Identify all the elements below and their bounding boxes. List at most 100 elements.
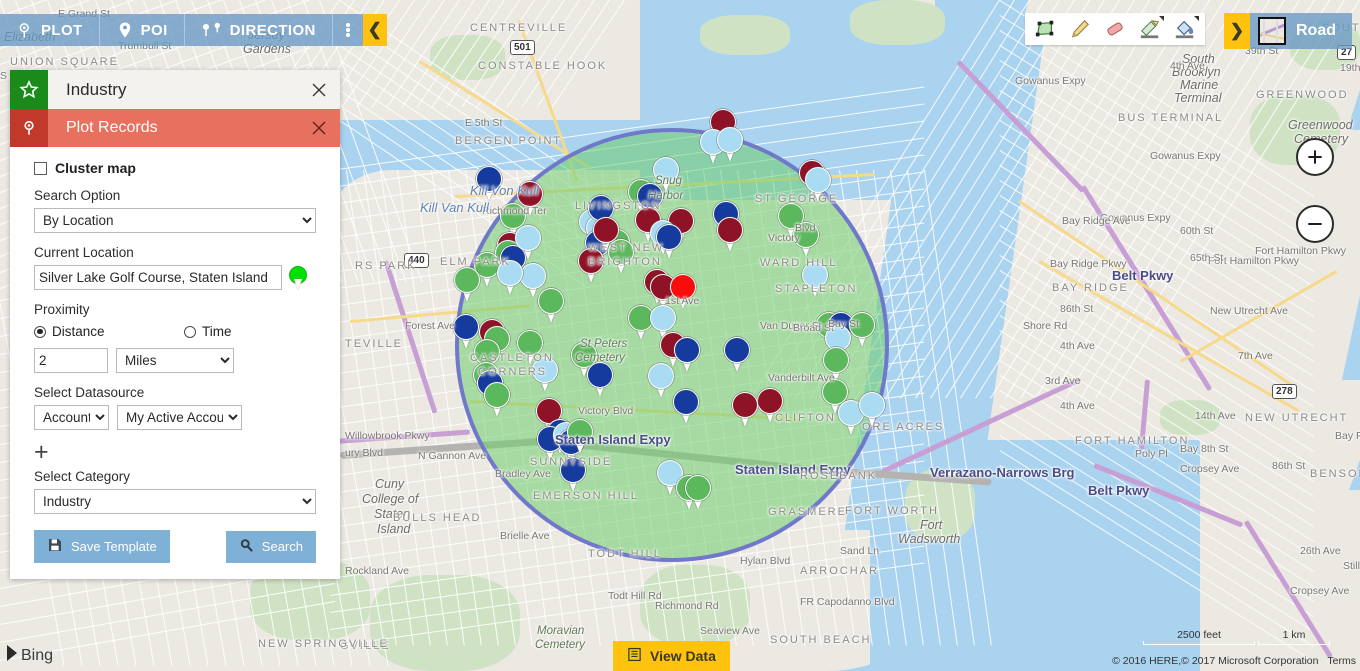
proximity-distance-label: Distance bbox=[52, 324, 105, 339]
template-title: Industry bbox=[66, 79, 127, 99]
distance-value-input[interactable] bbox=[34, 348, 108, 373]
copyright-bar: © 2016 HERE,© 2017 Microsoft Corporation… bbox=[1112, 655, 1356, 667]
scale-bar: 2500 feet 1 km bbox=[1143, 629, 1330, 645]
zoom-out-button[interactable] bbox=[1296, 205, 1334, 243]
radio-distance-dot bbox=[34, 325, 46, 338]
bing-logo-icon bbox=[6, 644, 18, 667]
map-pin-light-blue[interactable] bbox=[805, 167, 831, 203]
cluster-map-checkbox[interactable] bbox=[34, 161, 47, 175]
scale-feet: 2500 feet bbox=[1143, 629, 1255, 645]
copyright-text: © 2016 HERE,© 2017 Microsoft Corporation bbox=[1112, 655, 1319, 667]
map-pin-green[interactable] bbox=[685, 475, 711, 511]
map-pin-dark-blue[interactable] bbox=[673, 389, 699, 425]
map-pin-light-blue[interactable] bbox=[802, 262, 828, 298]
scale-feet-line bbox=[1143, 641, 1255, 645]
map-pin-light-blue[interactable] bbox=[859, 392, 885, 428]
highway-shield: 440 bbox=[404, 253, 429, 268]
view-data-button[interactable]: View Data bbox=[613, 641, 730, 671]
pin-head bbox=[849, 312, 875, 338]
map-pin-dark-red[interactable] bbox=[578, 248, 604, 284]
distance-unit-select[interactable]: Miles bbox=[116, 348, 234, 373]
map-pin-light-blue[interactable] bbox=[515, 225, 541, 261]
pencil-icon[interactable] bbox=[1066, 16, 1094, 42]
map-pin-dark-red[interactable] bbox=[717, 217, 743, 253]
map-pin-green[interactable] bbox=[793, 222, 819, 258]
scale-feet-label: 2500 feet bbox=[1177, 629, 1221, 641]
pin-head bbox=[674, 337, 700, 363]
paint-bucket-icon[interactable] bbox=[1171, 16, 1199, 42]
search-button[interactable]: Search bbox=[225, 530, 316, 563]
template-close-icon[interactable] bbox=[298, 70, 340, 109]
zoom-in-button[interactable] bbox=[1296, 138, 1334, 176]
eraser-icon[interactable] bbox=[1101, 16, 1129, 42]
current-location-input[interactable] bbox=[34, 265, 282, 290]
map-type-control: ❯ Road bbox=[1224, 13, 1352, 49]
map-pin-green[interactable] bbox=[849, 312, 875, 348]
map-pin-green[interactable] bbox=[454, 267, 480, 303]
map-pin-dark-blue[interactable] bbox=[587, 362, 613, 398]
map-pin-dark-red[interactable] bbox=[732, 392, 758, 428]
datasource-entity-select[interactable]: Account bbox=[34, 405, 109, 430]
edit-shape-icon[interactable] bbox=[1136, 16, 1164, 42]
pin-head bbox=[650, 305, 676, 331]
nav-item-direction[interactable]: DIRECTION bbox=[184, 14, 333, 46]
pin-head bbox=[673, 389, 699, 415]
plus-icon[interactable]: + bbox=[34, 440, 52, 465]
map-pin-green[interactable] bbox=[484, 382, 510, 418]
pin-head bbox=[453, 314, 479, 340]
nav-item-plot[interactable]: PLOT bbox=[0, 14, 100, 46]
direction-icon bbox=[201, 21, 223, 39]
map-pin-dark-red[interactable] bbox=[517, 181, 543, 217]
category-select[interactable]: Industry bbox=[34, 489, 316, 514]
chevron-right-icon[interactable]: ❯ bbox=[1224, 13, 1250, 49]
map-pin-dark-red[interactable] bbox=[757, 388, 783, 424]
view-data-label: View Data bbox=[650, 648, 716, 664]
map-pin-dark-blue[interactable] bbox=[674, 337, 700, 373]
map-type-road-button[interactable]: Road bbox=[1250, 13, 1352, 49]
map-pin-light-blue[interactable] bbox=[532, 357, 558, 393]
map-pin-dark-blue[interactable] bbox=[724, 337, 750, 373]
pin-head bbox=[802, 262, 828, 288]
nav-item-poi[interactable]: POI bbox=[99, 14, 185, 46]
datasource-view-select[interactable]: My Active Accour bbox=[117, 405, 242, 430]
pin-head bbox=[670, 274, 696, 300]
highway-shield: 501 bbox=[510, 40, 535, 55]
pin-head bbox=[656, 224, 682, 250]
kebab-menu-icon[interactable] bbox=[332, 14, 363, 46]
map-pin-dark-blue[interactable] bbox=[656, 224, 682, 260]
pin-head bbox=[532, 357, 558, 383]
pin-head bbox=[685, 475, 711, 501]
category-label: Select Category bbox=[34, 469, 131, 484]
cluster-map-row[interactable]: Cluster map bbox=[34, 160, 316, 176]
map-pin-green[interactable] bbox=[567, 419, 593, 455]
map-pin-light-blue[interactable] bbox=[717, 127, 743, 163]
plot-records-title: Plot Records bbox=[66, 119, 158, 136]
save-template-button[interactable]: Save Template bbox=[34, 530, 170, 563]
pin-head bbox=[515, 225, 541, 251]
map-pin-dark-blue[interactable] bbox=[560, 457, 586, 493]
map-pin-dark-blue[interactable] bbox=[476, 166, 502, 202]
plot-records-close-icon[interactable] bbox=[298, 109, 340, 147]
plot-records-header: Plot Records bbox=[10, 109, 340, 147]
top-navigation-bar: PLOT POI DIRECTION ❮ bbox=[0, 14, 387, 46]
pin-head bbox=[637, 183, 663, 209]
search-option-select[interactable]: By Location bbox=[34, 208, 316, 233]
green-location-pin-icon[interactable] bbox=[289, 265, 307, 290]
plot-records-form: Cluster map Search Option By Location Cu… bbox=[10, 147, 340, 579]
map-pin-green[interactable] bbox=[538, 288, 564, 324]
map-thumbnail-icon bbox=[1258, 17, 1286, 45]
map-pin-light-blue[interactable] bbox=[648, 363, 674, 399]
proximity-distance-radio[interactable]: Distance bbox=[34, 324, 184, 339]
proximity-time-radio[interactable]: Time bbox=[184, 324, 232, 339]
proximity-time-label: Time bbox=[202, 324, 232, 339]
map-pin-green[interactable] bbox=[823, 347, 849, 383]
bing-logo[interactable]: Bing bbox=[6, 644, 53, 667]
pin-head bbox=[757, 388, 783, 414]
map-pin-light-blue[interactable] bbox=[497, 260, 523, 296]
highway-shield: 278 bbox=[1272, 384, 1297, 399]
chevron-left-icon[interactable]: ❮ bbox=[362, 14, 387, 46]
template-header: Industry bbox=[10, 70, 340, 109]
terms-link[interactable]: Terms bbox=[1327, 655, 1356, 667]
polygon-node-icon[interactable] bbox=[1031, 16, 1059, 42]
map-pin-green[interactable] bbox=[608, 239, 634, 275]
